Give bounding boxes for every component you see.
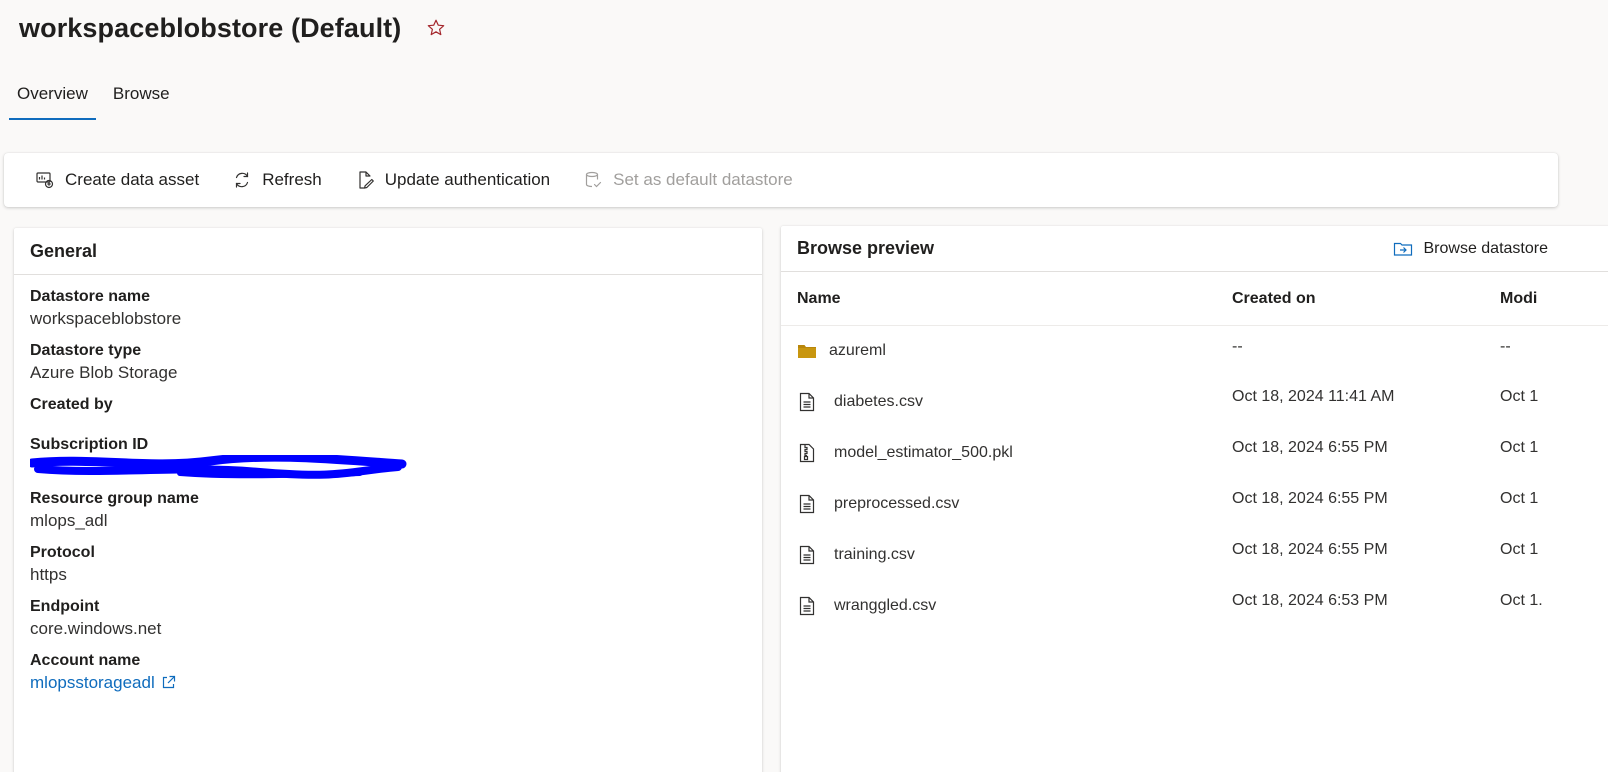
row-created: -- [1232,338,1243,355]
row-name: training.csv [834,545,915,563]
row-modified: -- [1500,338,1511,355]
field-protocol: Protocol https [30,543,746,586]
general-panel: General Datastore name workspaceblobstor… [14,228,762,772]
resource-group-label: Resource group name [30,490,199,507]
account-name-value: mlopsstorageadl [30,673,155,692]
row-name: wranggled.csv [834,596,937,614]
row-name: model_estimator_500.pkl [834,443,1013,461]
column-header-modified[interactable]: Modi [1500,290,1537,308]
table-row[interactable]: model_estimator_500.pkl Oct 18, 2024 6:5… [781,427,1608,478]
database-check-icon [582,169,604,191]
row-created: Oct 18, 2024 6:55 PM [1232,541,1388,558]
folder-icon [797,341,817,361]
column-header-created[interactable]: Created on [1232,290,1500,308]
table-row[interactable]: azureml -- -- [781,326,1608,376]
browse-datastore-label: Browse datastore [1423,240,1548,257]
update-authentication-label: Update authentication [384,170,551,189]
endpoint-label: Endpoint [30,598,100,615]
general-panel-title: General [14,228,762,275]
set-default-datastore-label: Set as default datastore [613,170,793,189]
table-row[interactable]: preprocessed.csv Oct 18, 2024 6:55 PM Oc… [781,478,1608,529]
field-datastore-type: Datastore type Azure Blob Storage [30,341,746,384]
document-icon [797,392,817,412]
edit-document-icon [354,169,376,191]
browse-preview-panel: Browse preview Browse datastore Name Cre… [781,226,1608,772]
row-modified: Oct 1 [1500,388,1539,405]
resource-group-value: mlops_adl [30,511,108,530]
field-resource-group: Resource group name mlops_adl [30,489,746,532]
table-row[interactable]: training.csv Oct 18, 2024 6:55 PM Oct 1 [781,529,1608,580]
field-created-by: Created by [30,395,746,415]
subscription-id-label: Subscription ID [30,436,149,453]
table-row[interactable]: wranggled.csv Oct 18, 2024 6:53 PM Oct 1… [781,580,1608,631]
column-header-name[interactable]: Name [781,290,1232,308]
general-fields: Datastore name workspaceblobstore Datast… [14,275,762,694]
endpoint-value: core.windows.net [30,619,162,638]
created-by-label: Created by [30,396,113,413]
page-title: workspaceblobstore (Default) [19,12,402,43]
command-bar: Create data asset Refresh Update authent… [4,153,1558,207]
row-name: diabetes.csv [834,392,923,410]
create-data-asset-label: Create data asset [65,170,200,189]
title-row: workspaceblobstore (Default) [19,8,447,48]
folder-open-icon [1393,241,1413,257]
tab-overview[interactable]: Overview [9,78,96,120]
row-created: Oct 18, 2024 6:55 PM [1232,439,1388,456]
tab-bar: Overview Browse [9,78,187,120]
tab-browse[interactable]: Browse [105,78,178,120]
zip-file-icon [797,443,817,463]
browse-preview-header: Browse preview Browse datastore [781,226,1608,272]
browse-datastore-button[interactable]: Browse datastore [1393,226,1548,272]
browse-preview-title: Browse preview [797,238,935,258]
row-name: azureml [829,342,886,359]
refresh-label: Refresh [262,170,322,189]
open-external-icon [161,675,176,690]
row-modified: Oct 1 [1500,439,1539,456]
row-modified: Oct 1 [1500,541,1539,558]
row-created: Oct 18, 2024 11:41 AM [1232,388,1395,405]
create-data-asset-button[interactable]: Create data asset [34,169,199,191]
update-authentication-button[interactable]: Update authentication [354,169,550,191]
datastore-type-value: Azure Blob Storage [30,363,178,382]
grid-header-row: Name Created on Modi [781,272,1608,326]
field-endpoint: Endpoint core.windows.net [30,597,746,640]
account-name-link[interactable]: mlopsstorageadl [30,671,746,694]
datastore-name-label: Datastore name [30,288,151,305]
subscription-id-redacted [30,455,746,479]
field-subscription-id: Subscription ID [30,435,746,479]
data-asset-icon [34,169,56,191]
row-created: Oct 18, 2024 6:55 PM [1232,490,1388,507]
field-datastore-name: Datastore name workspaceblobstore [30,287,746,330]
datastore-type-label: Datastore type [30,342,142,359]
table-row[interactable]: diabetes.csv Oct 18, 2024 11:41 AM Oct 1 [781,376,1608,427]
set-default-datastore-button[interactable]: Set as default datastore [582,169,793,191]
field-account-name: Account name mlopsstorageadl [30,651,746,694]
document-icon [797,545,817,565]
refresh-icon [231,169,253,191]
refresh-button[interactable]: Refresh [231,169,322,191]
protocol-value: https [30,565,67,584]
datastore-name-value: workspaceblobstore [30,309,182,328]
document-icon [797,596,817,616]
row-modified: Oct 1 [1500,490,1539,507]
row-name: preprocessed.csv [834,494,960,512]
row-created: Oct 18, 2024 6:53 PM [1232,592,1388,609]
protocol-label: Protocol [30,544,95,561]
document-icon [797,494,817,514]
row-modified: Oct 1. [1500,592,1543,609]
favorite-star-icon[interactable] [425,17,447,39]
account-name-label: Account name [30,652,141,669]
